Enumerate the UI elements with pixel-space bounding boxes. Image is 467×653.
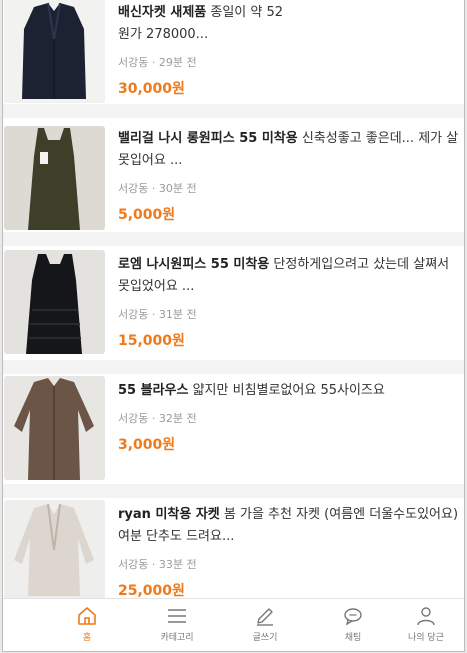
item-title: 55 블라우스	[118, 383, 189, 398]
list-item[interactable]: 배신자켓 새제품 종일이 약 52 원가 278000... 서강동 · 29분…	[3, 0, 464, 104]
tab-label: 나의 당근	[408, 633, 444, 643]
item-body: 봄 가을 추천 자켓 (여름엔 더울수도있어요)	[219, 507, 459, 522]
tab-label: 홈	[82, 633, 92, 643]
menu-icon	[168, 609, 186, 623]
tab-write[interactable]: 글쓰기	[219, 603, 311, 649]
item-body: 단정하게입으려고 샀는데 살쪄서	[269, 257, 450, 272]
tab-chat[interactable]: 채팅	[307, 603, 399, 649]
meta-separator: ·	[148, 56, 159, 69]
item-time: 29분 전	[158, 56, 197, 69]
item-title: ryan 미착용 자켓	[118, 507, 220, 522]
pencil-icon	[257, 608, 273, 626]
item-description-line2: 못입어요 ...	[118, 153, 183, 168]
item-location: 서강동	[118, 308, 149, 321]
meta-separator: ·	[148, 308, 159, 321]
item-info: 배신자켓 새제품 종일이 약 52 원가 278000... 서강동 · 29분…	[118, 2, 464, 98]
item-meta: 서강동 · 33분 전	[118, 556, 464, 572]
item-price: 5,000원	[118, 207, 176, 223]
list-item[interactable]: 밸리걸 나시 롱원피스 55 미착용 신축성좋고 좋은데... 제가 살 못입어…	[3, 118, 464, 230]
chat-icon	[344, 608, 362, 626]
list-item[interactable]: 로엠 나시원피스 55 미착용 단정하게입으려고 샀는데 살쪄서 못입었어요 .…	[3, 246, 464, 354]
item-meta: 서강동 · 31분 전	[118, 306, 464, 322]
product-image[interactable]	[4, 0, 105, 103]
item-time: 30분 전	[158, 182, 197, 195]
item-location: 서강동	[118, 412, 149, 425]
product-image[interactable]	[4, 126, 105, 230]
tab-home[interactable]: 홈	[41, 603, 133, 649]
item-title: 배신자켓 새제품	[118, 5, 207, 20]
bottom-tab-bar: 홈 카테고리 글쓰기 채팅 나의 당근	[3, 598, 464, 651]
person-icon	[417, 607, 435, 626]
item-description-line2: 원가 278000...	[118, 27, 209, 42]
item-meta: 서강동 · 32분 전	[118, 410, 464, 426]
item-title: 밸리걸 나시 롱원피스 55 미착용	[118, 131, 298, 146]
tab-category[interactable]: 카테고리	[131, 603, 223, 649]
item-info: 밸리걸 나시 롱원피스 55 미착용 신축성좋고 좋은데... 제가 살 못입어…	[118, 128, 464, 224]
product-image[interactable]	[4, 250, 105, 354]
item-body: 얇지만 비침별로없어요 55사이즈요	[188, 383, 385, 398]
item-price: 3,000원	[118, 437, 176, 453]
item-body: 종일이 약 52	[206, 5, 284, 20]
item-description-line2: 여분 단추도 드려요...	[118, 529, 235, 544]
meta-separator: ·	[148, 182, 159, 195]
item-description: 55 블라우스 얇지만 비침별로없어요 55사이즈요	[118, 380, 464, 402]
item-price: 30,000원	[118, 81, 185, 97]
item-body: 신축성좋고 좋은데... 제가 살	[297, 131, 459, 146]
divider	[3, 232, 464, 246]
tab-label: 채팅	[344, 633, 362, 643]
tab-label: 글쓰기	[252, 633, 278, 643]
item-time: 31분 전	[158, 308, 197, 321]
list-item[interactable]: ryan 미착용 자켓 봄 가을 추천 자켓 (여름엔 더울수도있어요) 여분 …	[3, 498, 464, 606]
meta-separator: ·	[148, 558, 159, 571]
item-description: ryan 미착용 자켓 봄 가을 추천 자켓 (여름엔 더울수도있어요)	[118, 504, 464, 526]
item-time: 32분 전	[158, 412, 197, 425]
item-description: 밸리걸 나시 롱원피스 55 미착용 신축성좋고 좋은데... 제가 살	[118, 128, 464, 150]
list-item[interactable]: 55 블라우스 얇지만 비침별로없어요 55사이즈요 서강동 · 32분 전 3…	[3, 374, 464, 482]
item-location: 서강동	[118, 182, 149, 195]
item-time: 33분 전	[158, 558, 197, 571]
product-image[interactable]	[4, 500, 105, 604]
tab-my-profile[interactable]: 나의 당근	[387, 603, 464, 649]
item-info: 로엠 나시원피스 55 미착용 단정하게입으려고 샀는데 살쪄서 못입었어요 .…	[118, 254, 464, 350]
item-info: 55 블라우스 얇지만 비침별로없어요 55사이즈요 서강동 · 32분 전 3…	[118, 380, 464, 454]
tab-label: 카테고리	[160, 633, 194, 643]
item-title: 로엠 나시원피스 55 미착용	[118, 257, 270, 272]
item-price: 15,000원	[118, 333, 185, 349]
item-meta: 서강동 · 29분 전	[118, 54, 464, 70]
product-image[interactable]	[4, 376, 105, 480]
meta-separator: ·	[148, 412, 159, 425]
item-meta: 서강동 · 30분 전	[118, 180, 464, 196]
item-price: 25,000원	[118, 583, 185, 599]
item-description: 배신자켓 새제품 종일이 약 52	[118, 2, 464, 24]
item-description: 로엠 나시원피스 55 미착용 단정하게입으려고 샀는데 살쪄서	[118, 254, 464, 276]
home-icon	[78, 607, 96, 625]
item-location: 서강동	[118, 56, 149, 69]
divider	[3, 360, 464, 374]
divider	[3, 484, 464, 498]
item-info: ryan 미착용 자켓 봄 가을 추천 자켓 (여름엔 더울수도있어요) 여분 …	[118, 504, 464, 600]
divider	[3, 104, 464, 118]
item-description-line2: 못입었어요 ...	[118, 279, 195, 294]
app-screen: 배신자켓 새제품 종일이 약 52 원가 278000... 서강동 · 29분…	[2, 0, 465, 652]
item-location: 서강동	[118, 558, 149, 571]
